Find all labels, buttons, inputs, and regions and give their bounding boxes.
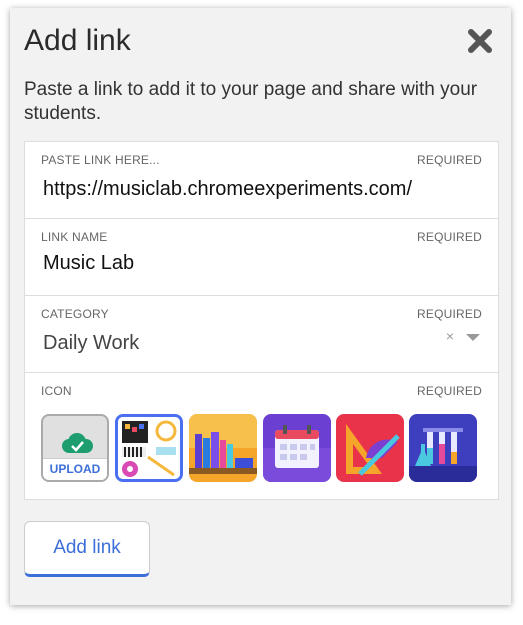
link-url-input[interactable]: https://musiclab.chromeexperiments.com/ xyxy=(43,178,412,201)
calendar-icon[interactable] xyxy=(263,414,331,482)
link-form: PASTE LINK HERE... REQUIRED https://musi… xyxy=(24,141,499,500)
category-label: CATEGORY xyxy=(41,307,109,321)
link-name-input[interactable]: Music Lab xyxy=(43,252,134,275)
link-name-field[interactable]: LINK NAME REQUIRED Music Lab xyxy=(25,219,498,296)
icon-field: ICON REQUIRED UPLOAD xyxy=(25,373,498,499)
icon-required: REQUIRED xyxy=(417,384,482,398)
music-lab-icon[interactable] xyxy=(115,414,183,482)
link-url-required: REQUIRED xyxy=(417,153,482,167)
add-link-dialog: Add link Paste a link to add it to your … xyxy=(10,8,511,605)
link-url-label: PASTE LINK HERE... xyxy=(41,153,160,167)
category-select[interactable]: Daily Work xyxy=(43,332,139,355)
cloud-upload-icon xyxy=(62,433,93,453)
close-icon[interactable] xyxy=(467,28,493,54)
clear-icon[interactable]: × xyxy=(446,328,454,344)
add-link-button[interactable]: Add link xyxy=(24,521,150,577)
science-flasks-icon[interactable] xyxy=(409,414,477,482)
icon-label: ICON xyxy=(41,384,72,398)
upload-icon-option[interactable]: UPLOAD xyxy=(41,414,109,482)
link-name-required: REQUIRED xyxy=(417,230,482,244)
link-url-field[interactable]: PASTE LINK HERE... REQUIRED https://musi… xyxy=(25,142,498,219)
books-icon[interactable] xyxy=(189,414,257,482)
chevron-down-icon[interactable] xyxy=(466,334,480,341)
dialog-title: Add link xyxy=(24,24,131,57)
category-field[interactable]: CATEGORY REQUIRED Daily Work × xyxy=(25,296,498,373)
category-required: REQUIRED xyxy=(417,307,482,321)
link-name-label: LINK NAME xyxy=(41,230,108,244)
geometry-tools-icon[interactable] xyxy=(336,414,404,482)
upload-label: UPLOAD xyxy=(43,458,107,480)
dialog-description: Paste a link to add it to your page and … xyxy=(24,79,478,124)
